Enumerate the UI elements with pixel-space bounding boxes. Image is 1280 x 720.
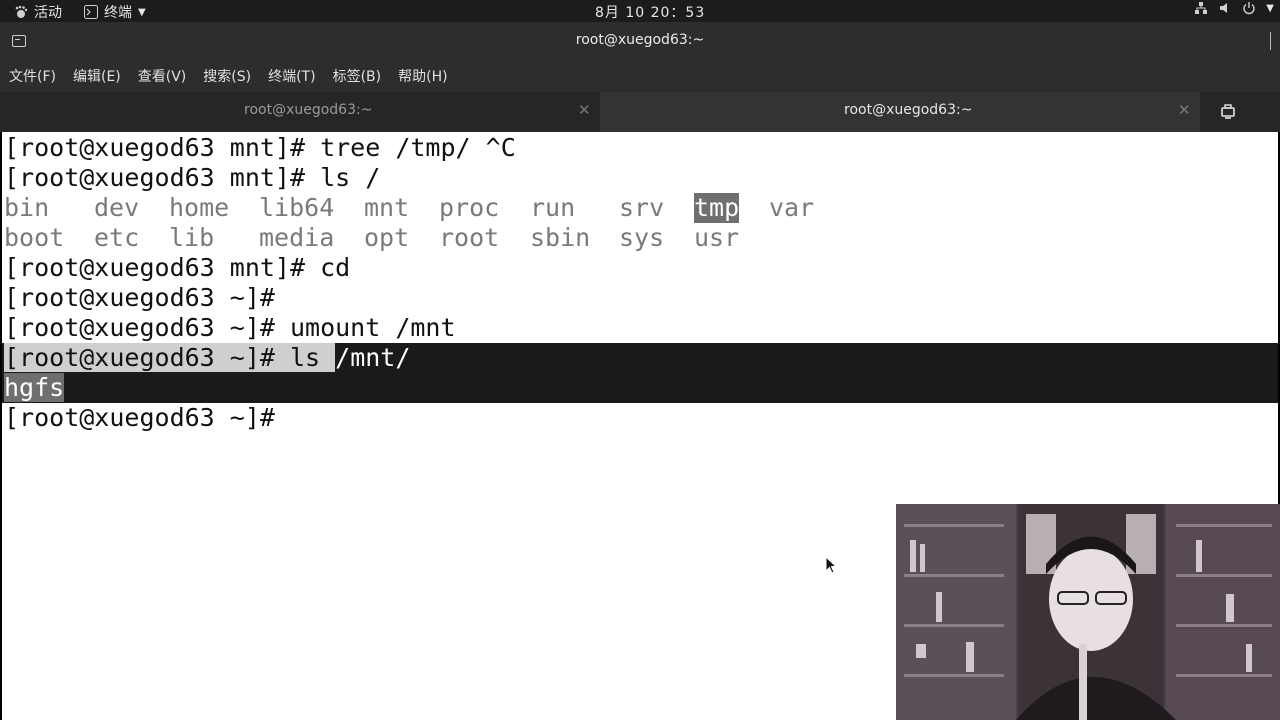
terminal-line: [root@xuegod63 ~]# umount /mnt: [4, 313, 456, 342]
gnome-top-bar: 活动 终端 ▼ 8月 10 20：53 ▼: [0, 0, 1280, 22]
dir-entry-highlighted: tmp: [694, 193, 740, 223]
volume-icon: [1220, 3, 1228, 13]
dir-entry: media: [259, 223, 335, 252]
dir-entry: usr: [694, 223, 740, 252]
dir-entry: sbin: [530, 223, 591, 252]
dir-entry: proc: [439, 193, 500, 222]
menu-tabs[interactable]: 标签(B): [333, 66, 382, 86]
selected-argument: /mnt/: [335, 343, 411, 372]
dir-entry: mnt: [364, 193, 410, 222]
tab-close-icon[interactable]: ✕: [1178, 101, 1191, 119]
menu-help[interactable]: 帮助(H): [398, 66, 447, 86]
menu-search[interactable]: 搜索(S): [203, 66, 251, 86]
dir-entry: lib64: [259, 193, 335, 222]
dir-entry: var: [769, 193, 815, 222]
tab-terminal-2[interactable]: root@xuegod63:~ ✕: [600, 92, 1200, 132]
dir-entry: bin: [4, 193, 50, 222]
terminal-line-selected: hgfs: [4, 373, 65, 403]
mouse-pointer-icon: [825, 556, 837, 574]
dir-entry: srv: [619, 193, 665, 222]
menu-edit[interactable]: 编辑(E): [73, 66, 121, 86]
window-close-button[interactable]: [1270, 32, 1280, 50]
terminal-line: [root@xuegod63 mnt]# ls /: [4, 163, 381, 192]
webcam-overlay: [896, 504, 1280, 720]
tab-label: root@xuegod63:~: [844, 102, 973, 118]
selected-output: hgfs: [4, 373, 65, 402]
dir-entry: run: [530, 193, 576, 222]
dir-entry: root: [439, 223, 500, 252]
clock[interactable]: 8月 10 20：53: [595, 2, 705, 22]
activities-button[interactable]: 活动: [14, 2, 62, 22]
app-menu[interactable]: 终端 ▼: [84, 2, 146, 22]
terminal-prompt[interactable]: [root@xuegod63 ~]#: [4, 403, 275, 433]
tab-close-icon[interactable]: ✕: [578, 101, 591, 119]
menu-file[interactable]: 文件(F): [9, 66, 56, 86]
terminal-line: [root@xuegod63 mnt]# cd: [4, 253, 351, 282]
selected-prompt: [root@xuegod63 ~]# ls: [4, 343, 336, 372]
presenter-video: [896, 504, 1280, 720]
new-tab-icon[interactable]: [1219, 104, 1239, 120]
dir-entry: home: [169, 193, 230, 222]
tab-terminal-1[interactable]: root@xuegod63:~ ✕: [0, 92, 600, 132]
dropdown-arrow-icon: ▼: [1266, 2, 1274, 14]
network-icon: [1195, 2, 1208, 14]
tab-label: root@xuegod63:~: [244, 102, 373, 118]
activities-label: 活动: [34, 5, 62, 21]
gnome-foot-icon: [15, 5, 28, 18]
dir-entry: opt: [364, 223, 410, 252]
window-title-bar[interactable]: root@xuegod63:~: [0, 22, 1280, 60]
dir-entry: etc: [94, 223, 140, 252]
menu-view[interactable]: 查看(V): [138, 66, 187, 86]
terminal-line: [root@xuegod63 mnt]# tree /tmp/ ^C: [4, 133, 516, 162]
system-tray[interactable]: ▼: [1194, 1, 1274, 15]
dir-entry: sys: [619, 223, 665, 252]
dir-entry: dev: [94, 193, 140, 222]
dropdown-arrow-icon: ▼: [138, 6, 146, 18]
menu-bar: 文件(F) 编辑(E) 查看(V) 搜索(S) 终端(T) 标签(B) 帮助(H…: [0, 60, 1280, 92]
dir-entry: lib: [169, 223, 215, 252]
power-icon: [1243, 2, 1255, 15]
terminal-line-selected: [root@xuegod63 ~]# ls /mnt/: [4, 343, 410, 373]
tab-bar: root@xuegod63:~ ✕ root@xuegod63:~ ✕: [0, 92, 1280, 132]
app-menu-label: 终端: [104, 5, 132, 21]
window-title: root@xuegod63:~: [575, 32, 705, 48]
dir-entry: boot: [4, 223, 65, 252]
menu-terminal[interactable]: 终端(T): [268, 66, 315, 86]
terminal-line: [root@xuegod63 ~]#: [4, 283, 275, 312]
terminal-icon: [84, 5, 98, 19]
